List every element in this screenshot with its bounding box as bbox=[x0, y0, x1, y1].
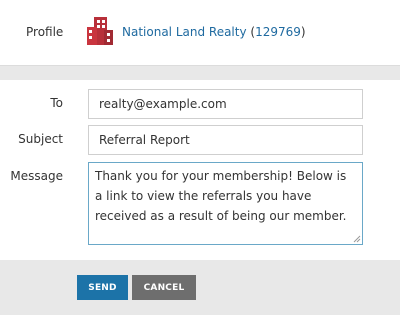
profile-name-line: National Land Realty (129769) bbox=[122, 25, 306, 39]
send-button[interactable]: SEND bbox=[77, 275, 128, 300]
profile-name-link[interactable]: National Land Realty bbox=[122, 25, 247, 39]
message-label: Message bbox=[10, 169, 63, 183]
profile-id-close: ) bbox=[300, 25, 306, 39]
profile-id-open: ( bbox=[246, 25, 256, 39]
cancel-button[interactable]: CANCEL bbox=[132, 275, 196, 300]
profile-section: Profile National Land Realty (129769) bbox=[0, 0, 400, 66]
email-form: To realty@example.com Subject Referral R… bbox=[0, 80, 400, 260]
to-label: To bbox=[50, 96, 63, 110]
message-textarea[interactable]: Thank you for your membership! Below is … bbox=[88, 162, 363, 245]
message-text: Thank you for your membership! Below is … bbox=[95, 169, 347, 223]
building-icon bbox=[87, 17, 113, 45]
subject-field[interactable]: Referral Report bbox=[88, 125, 363, 155]
profile-id-link[interactable]: 129769 bbox=[255, 25, 301, 39]
subject-label: Subject bbox=[18, 132, 63, 146]
to-field[interactable]: realty@example.com bbox=[88, 89, 363, 119]
resize-grip-icon[interactable] bbox=[353, 235, 361, 243]
profile-label: Profile bbox=[26, 25, 64, 39]
